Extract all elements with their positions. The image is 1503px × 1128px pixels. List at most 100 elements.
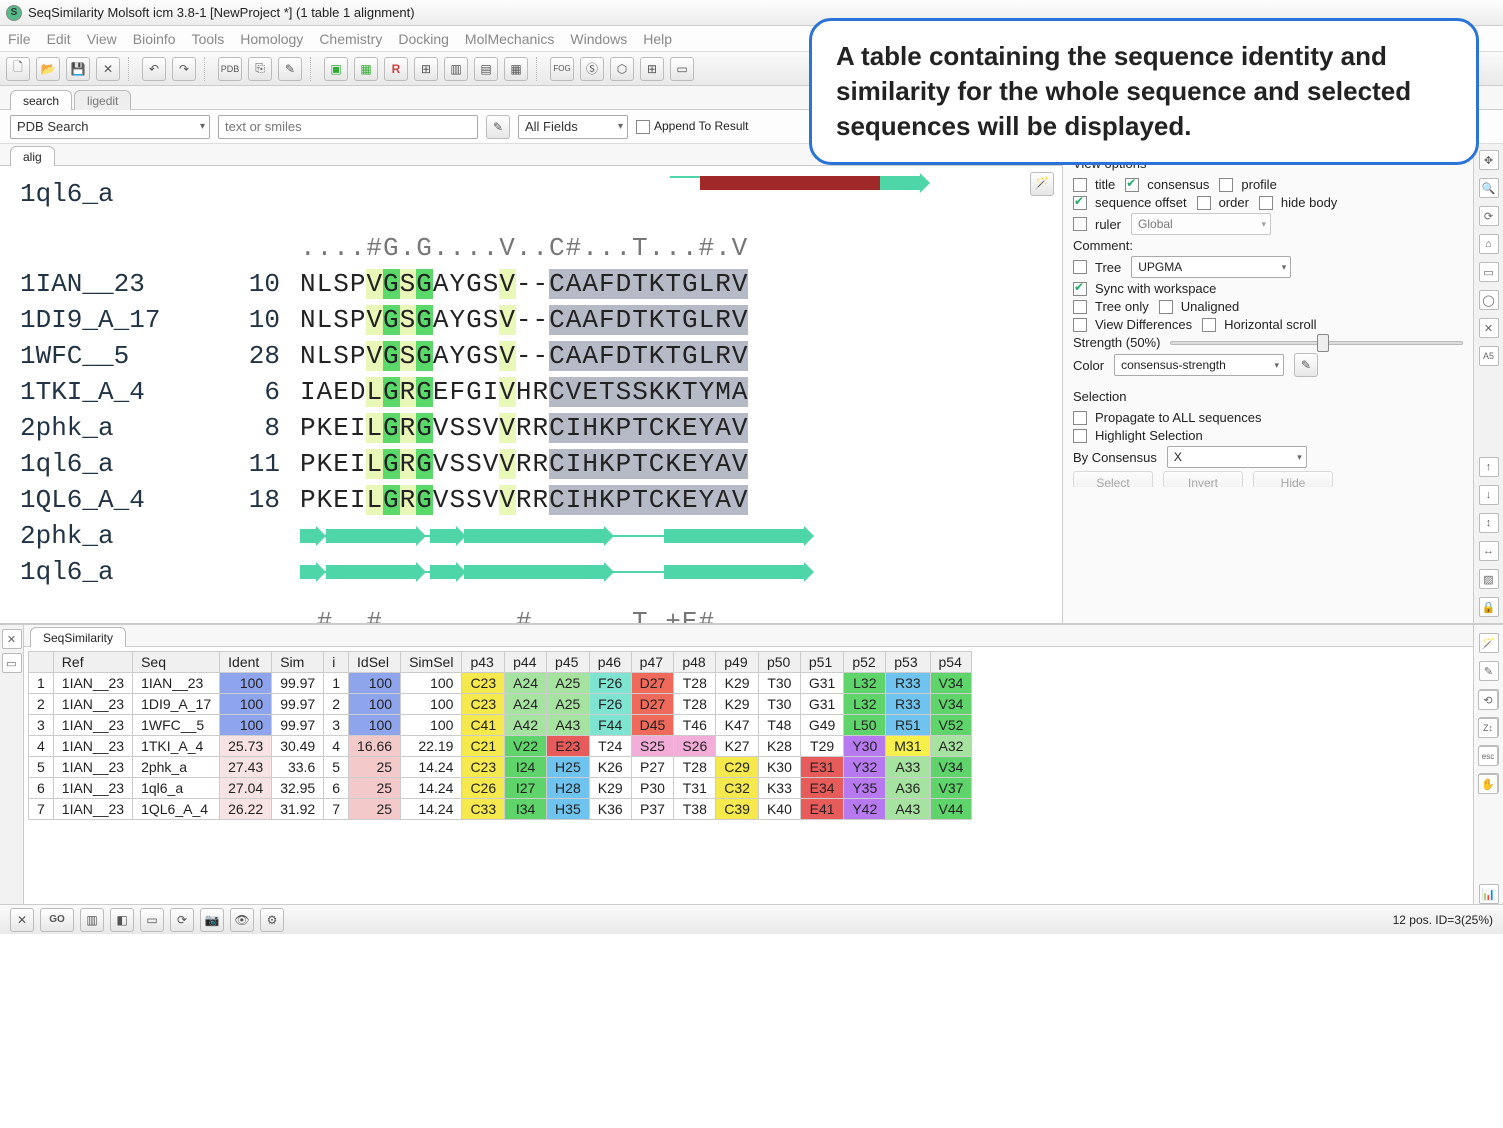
table-header[interactable]: Seq [133,652,220,673]
menu-bioinfo[interactable]: Bioinfo [133,31,176,47]
menu-docking[interactable]: Docking [398,31,449,47]
table-header[interactable]: p53 [886,652,930,673]
table-header[interactable]: Ident [220,652,272,673]
table-header[interactable]: p43 [462,652,505,673]
camera-icon[interactable]: 📷 [200,908,224,932]
a5-icon[interactable]: A5 [1479,346,1499,366]
z-sort-icon[interactable]: Z↕ [1478,718,1498,738]
wand-icon[interactable]: 🪄 [1030,172,1054,196]
pencil2-icon[interactable]: ✎ [1479,661,1499,681]
r-icon[interactable]: R [384,57,408,81]
search-mode-combo[interactable]: PDB Search [10,115,210,139]
search-input[interactable] [218,115,478,139]
ruler-checkbox[interactable]: ruler [1073,217,1121,232]
grid4-icon[interactable]: ▦ [504,57,528,81]
table-header[interactable]: Ref [53,652,132,673]
search-edit-icon[interactable]: ✎ [486,115,510,139]
consensus-checkbox[interactable]: consensus [1125,177,1209,192]
table-row[interactable]: 41IAN__231TKI_A_425.7330.49416.6622.19C2… [29,736,972,757]
table-header[interactable]: p47 [631,652,674,673]
view-diff-checkbox[interactable]: View Differences [1073,317,1192,332]
arrow-up-icon[interactable]: ↑ [1479,457,1499,477]
table-header[interactable]: IdSel [349,652,401,673]
tab-search[interactable]: search [10,90,72,110]
seq-residues[interactable]: NLSPVGSGAYGSV--CAAFDTKTGLRV [300,266,748,302]
table-header[interactable]: p51 [800,652,843,673]
grid1-icon[interactable]: ⊞ [414,57,438,81]
unaligned-checkbox[interactable]: Unaligned [1159,299,1240,314]
seq-similarity-table[interactable]: RefSeqIdentSimiIdSelSimSelp43p44p45p46p4… [28,651,972,820]
layout3-icon[interactable]: ▭ [140,908,164,932]
menu-homology[interactable]: Homology [240,31,303,47]
layout-icon[interactable]: ▭ [670,57,694,81]
eye-icon[interactable]: 👁 [230,908,254,932]
hand-icon[interactable]: ✋ [1478,774,1498,794]
zoom-icon[interactable]: 🔍 [1479,178,1499,198]
seq-residues[interactable]: NLSPVGSGAYGSV--CAAFDTKTGLRV [300,338,748,374]
dock-icon[interactable]: ▭ [2,653,22,673]
grid2-icon[interactable]: ▥ [444,57,468,81]
table-row[interactable]: 71IAN__231QL6_A_426.2231.9272514.24C33I3… [29,799,972,820]
rotate-icon[interactable]: ⟳ [1479,206,1499,226]
select-rect-icon[interactable]: ▭ [1479,262,1499,282]
edit-icon[interactable]: ✎ [278,57,302,81]
new-icon[interactable]: 🗋 [6,57,30,81]
title-checkbox[interactable]: title [1073,177,1115,192]
table-header[interactable]: Sim [272,652,324,673]
propagate-checkbox[interactable]: Propagate to ALL sequences [1073,410,1261,425]
seq-residues[interactable]: PKEILGRGVSSVVRRCIHKPTCKEYAV [300,482,748,518]
menu-windows[interactable]: Windows [570,31,627,47]
table-row[interactable]: 21IAN__231DI9_A_1710099.972100100C23A24A… [29,694,972,715]
table-header[interactable]: p54 [930,652,972,673]
seq-residues[interactable]: NLSPVGSGAYGSV--CAAFDTKTGLRV [300,302,748,338]
arrows-h-icon[interactable]: ↔ [1479,541,1499,561]
s-icon[interactable]: Ⓢ [580,57,604,81]
refresh2-icon[interactable]: ⟲ [1478,690,1498,710]
tab-ligedit[interactable]: ligedit [74,90,131,110]
menu-view[interactable]: View [87,31,117,47]
seq-residues[interactable]: PKEILGRGVSSVVRRCIHKPTCKEYAV [300,446,748,482]
open-icon[interactable]: 📂 [36,57,60,81]
hscroll-checkbox[interactable]: Horizontal scroll [1202,317,1316,332]
table-header[interactable]: i [324,652,349,673]
move-icon[interactable]: ✥ [1479,150,1499,170]
x-icon[interactable]: ✕ [1479,318,1499,338]
gear-icon[interactable]: ⚙ [260,908,284,932]
menu-edit[interactable]: Edit [47,31,71,47]
menu-molmechanics[interactable]: MolMechanics [465,31,554,47]
seq-residues[interactable]: PKEILGRGVSSVVRRCIHKPTCKEYAV [300,410,748,446]
menu-tools[interactable]: Tools [192,31,225,47]
lock-icon[interactable]: 🔒 [1479,597,1499,617]
sync-checkbox[interactable]: Sync with workspace [1073,281,1216,296]
table-header[interactable]: p46 [589,652,631,673]
tab-alig[interactable]: alig [10,146,55,166]
table-header[interactable]: p50 [758,652,800,673]
tree-mode-combo[interactable]: UPGMA [1131,256,1291,278]
hide-button[interactable]: Hide [1253,471,1333,487]
ruler-mode-combo[interactable]: Global [1131,213,1271,235]
wand2-icon[interactable]: 🪄 [1479,633,1499,653]
circle-icon[interactable]: ◯ [1479,290,1499,310]
layout2-icon[interactable]: ◧ [110,908,134,932]
select-green2-icon[interactable]: ▦ [354,57,378,81]
home-icon[interactable]: ⌂ [1479,234,1499,254]
go-button[interactable]: GO [40,908,74,932]
strength-slider[interactable] [1170,341,1463,345]
select-green-icon[interactable]: ▣ [324,57,348,81]
pdb-search-icon[interactable]: PDB [218,57,242,81]
fog-icon[interactable]: FOG [550,57,574,81]
save-icon[interactable]: 💾 [66,57,90,81]
menu-chemistry[interactable]: Chemistry [319,31,382,47]
table-header[interactable]: p49 [716,652,759,673]
layout1-icon[interactable]: ▥ [80,908,104,932]
table-row[interactable]: 11IAN__231IAN__2310099.971100100C23A24A2… [29,673,972,694]
tree-only-checkbox[interactable]: Tree only [1073,299,1149,314]
arrows-v-icon[interactable]: ↕ [1479,513,1499,533]
esc-icon[interactable]: esc [1478,746,1498,766]
table-header[interactable]: SimSel [401,652,462,673]
menu-file[interactable]: File [8,31,31,47]
table-row[interactable]: 51IAN__232phk_a27.4333.652514.24C23I24H2… [29,757,972,778]
chart-icon[interactable]: 📊 [1479,884,1499,904]
table-header[interactable]: p48 [674,652,716,673]
color-mode-combo[interactable]: consensus-strength [1114,354,1284,376]
